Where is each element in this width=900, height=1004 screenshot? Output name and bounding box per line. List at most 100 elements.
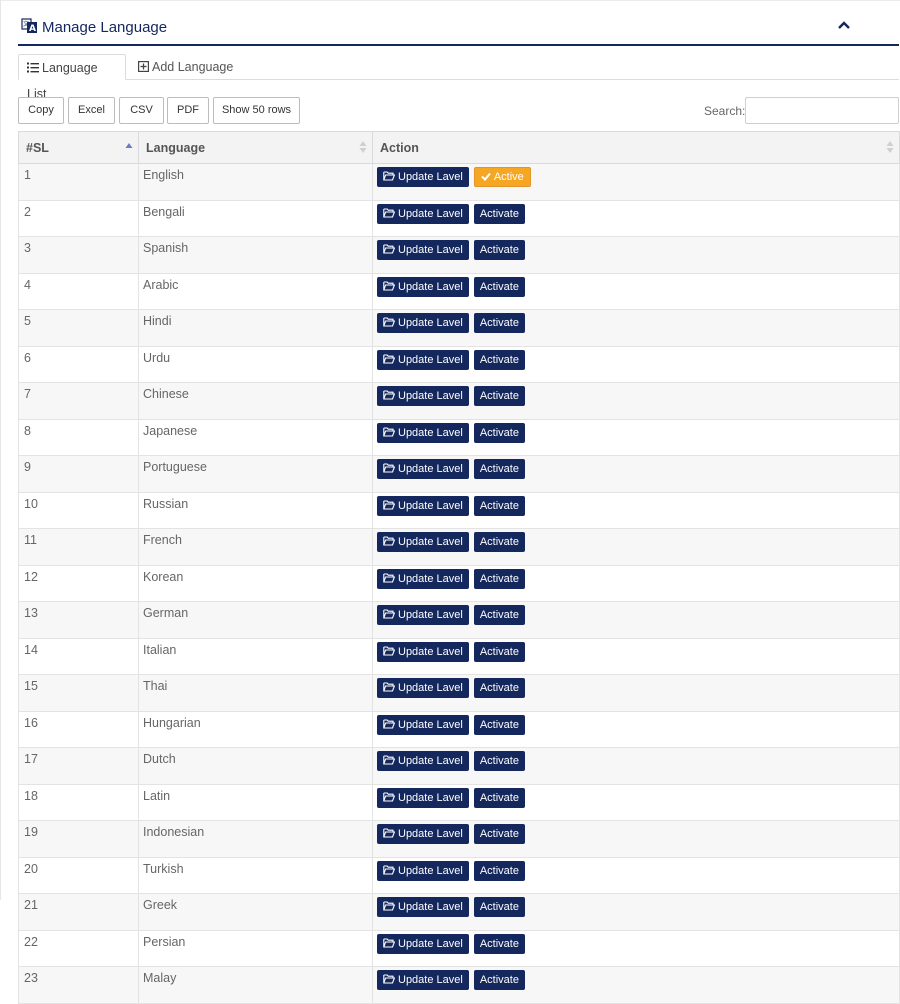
column-header-action[interactable]: Action <box>372 131 900 164</box>
sl-cell: 15 <box>18 674 139 712</box>
sl-cell: 3 <box>18 236 139 274</box>
translate-icon: A 文 <box>21 17 38 34</box>
update-level-label: Update Lavel <box>398 755 463 767</box>
tab-add-language[interactable]: Add Language <box>130 54 241 80</box>
language-name: Dutch <box>143 752 176 766</box>
tab-language-list[interactable]: Language List <box>18 54 126 101</box>
activate-button[interactable]: Activate <box>473 203 525 224</box>
update-level-button[interactable]: Update Lavel <box>377 933 469 954</box>
sl-number: 19 <box>24 825 38 839</box>
sl-cell: 22 <box>18 929 139 967</box>
update-level-label: Update Lavel <box>398 207 463 220</box>
update-level-button[interactable]: Update Lavel <box>377 751 469 771</box>
update-level-button[interactable]: Update Lavel <box>377 203 469 224</box>
action-cell: Update Lavel Activate <box>372 747 900 785</box>
update-level-button[interactable]: Update Lavel <box>377 678 469 698</box>
column-header-language[interactable]: Language <box>138 131 373 164</box>
language-name: Korean <box>143 569 184 584</box>
update-level-button[interactable]: Update Lavel <box>377 240 469 260</box>
language-cell: Thai <box>138 674 373 712</box>
update-level-button[interactable]: Update Lavel <box>377 386 469 406</box>
activate-button[interactable]: Activate <box>473 605 525 625</box>
activate-button[interactable]: Activate <box>473 897 525 917</box>
folder-open-icon <box>383 463 396 473</box>
table-row: 18 Latin Update Lavel Activate <box>18 783 900 821</box>
update-level-button[interactable]: Update Lavel <box>377 860 469 881</box>
update-level-button[interactable]: Update Lavel <box>377 605 469 625</box>
update-level-button[interactable]: Update Lavel <box>377 641 469 662</box>
csv-button[interactable]: CSV <box>119 97 164 124</box>
language-cell: Dutch <box>138 747 373 785</box>
folder-open-icon <box>383 755 396 765</box>
activate-button[interactable]: Activate <box>473 240 525 260</box>
copy-button[interactable]: Copy <box>18 97 64 124</box>
search-input[interactable] <box>745 97 899 124</box>
activate-button[interactable]: Activate <box>473 349 525 370</box>
plus-square-icon <box>138 61 150 73</box>
update-level-label: Update Lavel <box>398 901 463 913</box>
update-level-button[interactable]: Update Lavel <box>377 276 469 297</box>
column-header-sl[interactable]: #SL <box>18 131 139 164</box>
update-level-label: Update Lavel <box>398 937 463 950</box>
activate-button[interactable]: Activate <box>473 933 525 954</box>
update-level-button[interactable]: Update Lavel <box>377 495 469 516</box>
action-cell: Update Lavel Activate <box>372 929 900 967</box>
update-level-button[interactable]: Update Lavel <box>377 970 469 990</box>
language-cell: Persian <box>138 929 373 967</box>
update-level-button[interactable]: Update Lavel <box>377 313 469 333</box>
language-cell: Korean <box>138 564 373 602</box>
language-name: Portuguese <box>143 460 207 474</box>
excel-button[interactable]: Excel <box>68 97 115 124</box>
sl-cell: 14 <box>18 637 139 675</box>
action-cell: Update Lavel Activate <box>372 418 900 456</box>
activate-button[interactable]: Activate <box>473 714 525 735</box>
update-level-button[interactable]: Update Lavel <box>377 349 469 370</box>
update-level-button[interactable]: Update Lavel <box>377 824 469 844</box>
table-row: 12 Korean Update Lavel Activate <box>18 564 900 602</box>
update-level-button[interactable]: Update Lavel <box>377 167 469 187</box>
activate-label: Activate <box>479 755 519 767</box>
activate-label: Activate <box>479 572 519 585</box>
activate-button[interactable]: Activate <box>473 970 525 990</box>
update-level-button[interactable]: Update Lavel <box>377 714 469 735</box>
update-level-button[interactable]: Update Lavel <box>377 459 469 479</box>
sl-cell: 20 <box>18 856 139 894</box>
activate-button[interactable]: Activate <box>473 313 525 333</box>
activate-button[interactable]: Activate <box>473 459 525 479</box>
activate-button[interactable]: Activate <box>473 532 525 552</box>
update-level-button[interactable]: Update Lavel <box>377 532 469 552</box>
folder-open-icon <box>383 938 396 948</box>
language-cell: Indonesian <box>138 820 373 858</box>
activate-label: Activate <box>479 463 519 475</box>
activate-button[interactable]: Activate <box>473 751 525 771</box>
update-level-label: Update Lavel <box>398 317 463 329</box>
activate-button[interactable]: Activate <box>473 787 525 808</box>
pdf-button[interactable]: PDF <box>167 97 209 124</box>
activate-button[interactable]: Activate <box>473 422 525 443</box>
activate-button[interactable]: Activate <box>473 678 525 698</box>
activate-button[interactable]: Activate <box>473 568 525 589</box>
activate-button[interactable]: Activate <box>473 860 525 881</box>
language-name: Persian <box>143 934 186 949</box>
chevron-up-icon[interactable] <box>837 18 851 30</box>
update-level-button[interactable]: Update Lavel <box>377 422 469 443</box>
page-title: Manage Language <box>42 19 168 36</box>
table-row: 19 Indonesian Update Lavel Activate <box>18 820 900 858</box>
sl-cell: 2 <box>18 199 139 237</box>
language-cell: Chinese <box>138 382 373 420</box>
activate-button[interactable]: Activate <box>473 495 525 516</box>
activate-button[interactable]: Activate <box>473 276 525 297</box>
show-rows-button[interactable]: Show 50 rows <box>213 97 300 124</box>
sl-cell: 21 <box>18 893 139 931</box>
sl-cell: 5 <box>18 309 139 347</box>
activate-button[interactable]: Activate <box>473 641 525 662</box>
update-level-button[interactable]: Update Lavel <box>377 568 469 589</box>
active-button[interactable]: Active <box>473 167 531 187</box>
update-level-button[interactable]: Update Lavel <box>377 787 469 808</box>
update-level-button[interactable]: Update Lavel <box>377 897 469 917</box>
activate-button[interactable]: Activate <box>473 824 525 844</box>
activate-button[interactable]: Activate <box>473 386 525 406</box>
update-level-label: Update Lavel <box>398 718 463 731</box>
sl-cell: 18 <box>18 783 139 821</box>
sl-number: 11 <box>24 533 37 547</box>
